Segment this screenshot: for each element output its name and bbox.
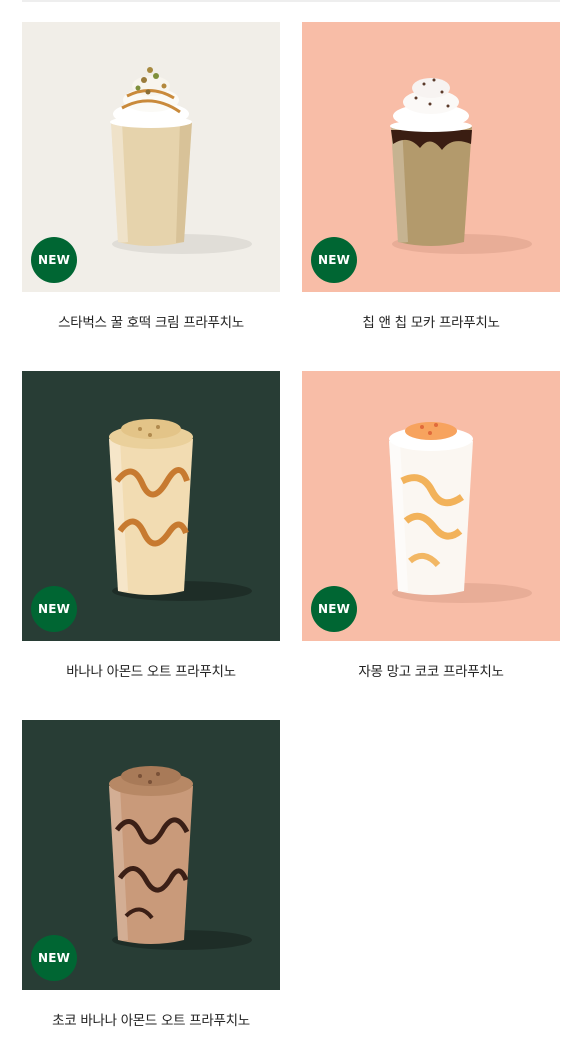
- product-card-choco-banana-almond-oat[interactable]: NEW 초코 바나나 아몬드 오트 프라푸치노: [22, 720, 280, 1029]
- product-card-grapefruit-mango-coco[interactable]: NEW 자몽 망고 코코 프라푸치노: [302, 371, 560, 680]
- product-image[interactable]: NEW: [302, 371, 560, 641]
- product-name[interactable]: 스타벅스 꿀 호떡 크림 프라푸치노: [22, 311, 280, 331]
- product-card-banana-almond-oat[interactable]: NEW 바나나 아몬드 오트 프라푸치노: [22, 371, 280, 680]
- product-name[interactable]: 자몽 망고 코코 프라푸치노: [302, 660, 560, 680]
- product-image[interactable]: NEW: [22, 22, 280, 292]
- new-badge: NEW: [31, 237, 77, 283]
- new-badge: NEW: [31, 586, 77, 632]
- product-name[interactable]: 바나나 아몬드 오트 프라푸치노: [22, 660, 280, 680]
- product-image[interactable]: NEW: [22, 371, 280, 641]
- top-divider: [22, 0, 560, 2]
- product-name[interactable]: 초코 바나나 아몬드 오트 프라푸치노: [22, 1009, 280, 1029]
- new-badge: NEW: [311, 237, 357, 283]
- product-card-honey-hotteok[interactable]: NEW 스타벅스 꿀 호떡 크림 프라푸치노: [22, 22, 280, 331]
- new-badge: NEW: [311, 586, 357, 632]
- new-badge: NEW: [31, 935, 77, 981]
- product-card-chip-and-chip-mocha[interactable]: NEW 칩 앤 칩 모카 프라푸치노: [302, 22, 560, 331]
- product-name[interactable]: 칩 앤 칩 모카 프라푸치노: [302, 311, 560, 331]
- product-image[interactable]: NEW: [302, 22, 560, 292]
- product-image[interactable]: NEW: [22, 720, 280, 990]
